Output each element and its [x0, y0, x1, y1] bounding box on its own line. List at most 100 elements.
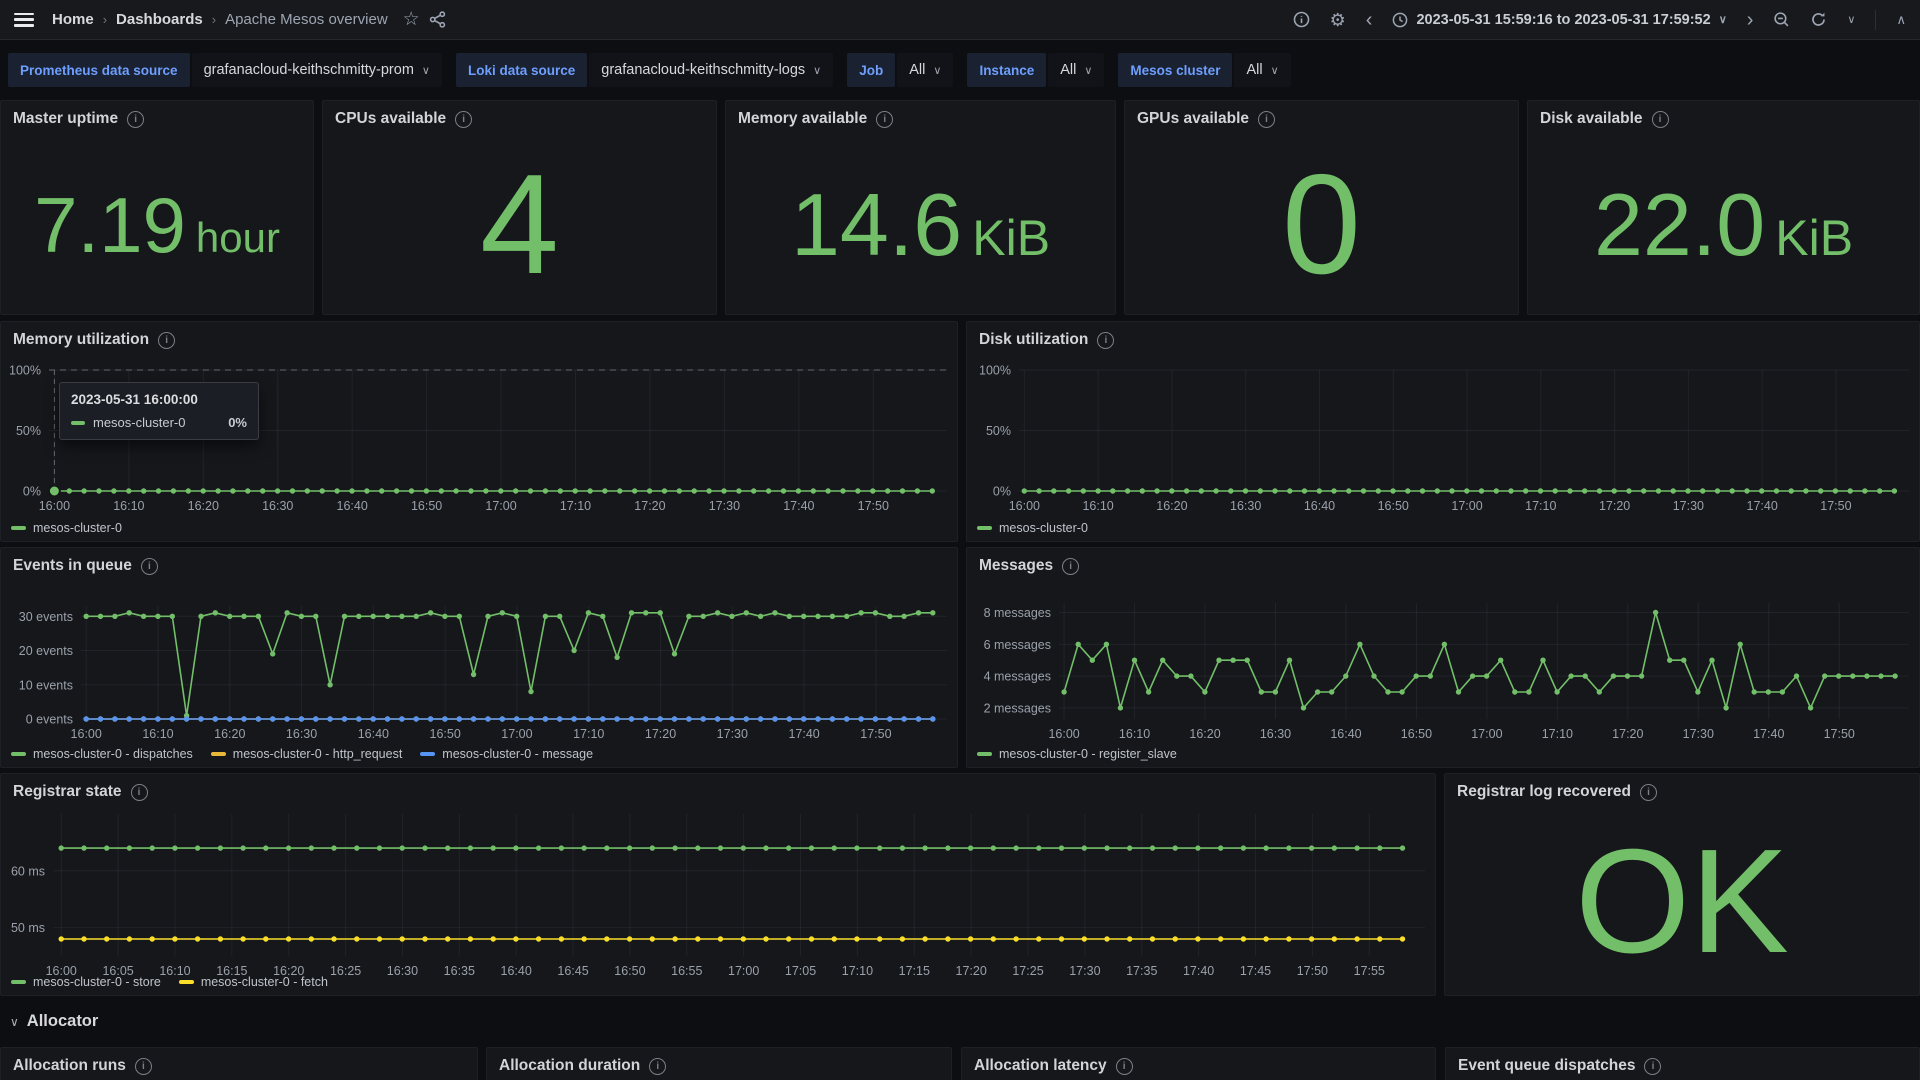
info-icon[interactable]: i — [455, 111, 472, 128]
svg-text:2 messages: 2 messages — [984, 701, 1051, 715]
svg-text:50%: 50% — [986, 424, 1011, 438]
panel-title: CPUs available — [335, 110, 446, 128]
svg-text:20 events: 20 events — [19, 644, 73, 658]
variable-value-dropdown[interactable]: grafanacloud-keithschmitty-prom ∨ — [192, 53, 442, 87]
svg-text:8 messages: 8 messages — [984, 606, 1051, 620]
svg-text:16:55: 16:55 — [671, 964, 702, 978]
registrar-state-svg: 16:0016:0516:1016:1516:2016:2516:3016:35… — [1, 774, 1435, 995]
variable-value-text: All — [1060, 62, 1076, 78]
variable-value-dropdown[interactable]: All ∨ — [1234, 53, 1290, 87]
star-icon[interactable]: ☆ — [403, 10, 420, 29]
navbar-actions: ⚙ ‹ 2023-05-31 15:59:16 to 2023-05-31 17… — [1293, 10, 1906, 30]
svg-text:17:30: 17:30 — [717, 727, 748, 741]
panel-title: Memory available — [738, 110, 867, 128]
panel-memory-utilization: Memory utilizationi 16:0016:1016:2016:30… — [0, 321, 958, 542]
variable-value-dropdown[interactable]: All ∨ — [897, 53, 953, 87]
stat-number: 0 — [1282, 154, 1361, 296]
refresh-interval-caret-icon[interactable]: ∨ — [1847, 13, 1855, 26]
dashboard-insights-icon[interactable] — [1293, 11, 1310, 28]
svg-text:17:20: 17:20 — [1612, 727, 1643, 741]
registrar-state-chart[interactable]: 16:0016:0516:1016:1516:2016:2516:3016:35… — [1, 774, 1435, 995]
info-icon[interactable]: i — [127, 111, 144, 128]
chevron-down-icon: ∨ — [933, 64, 941, 77]
info-circle-svg — [1293, 11, 1310, 28]
info-icon[interactable]: i — [1640, 784, 1657, 801]
stat-unit: KiB — [1775, 213, 1853, 263]
info-icon[interactable]: i — [135, 1058, 152, 1075]
svg-text:17:05: 17:05 — [785, 964, 816, 978]
svg-text:100%: 100% — [9, 364, 41, 378]
info-icon[interactable]: i — [1258, 111, 1275, 128]
share-icon[interactable] — [429, 11, 446, 28]
chevron-down-icon: ∨ — [10, 1015, 19, 1029]
svg-text:16:40: 16:40 — [501, 964, 532, 978]
breadcrumb-home[interactable]: Home — [52, 11, 94, 28]
svg-text:16:10: 16:10 — [1082, 499, 1113, 513]
info-icon[interactable]: i — [876, 111, 893, 128]
legend-item[interactable]: mesos-cluster-0 - dispatches — [11, 747, 193, 761]
panel-title: Allocation latency — [974, 1057, 1107, 1075]
panel-title: Disk available — [1540, 110, 1643, 128]
events-in-queue-chart[interactable]: 16:0016:1016:2016:3016:4016:5017:0017:10… — [1, 548, 957, 767]
variable-value-text: grafanacloud-keithschmitty-logs — [601, 62, 805, 78]
breadcrumb-separator: › — [212, 12, 216, 27]
time-shift-right-icon[interactable]: › — [1747, 10, 1754, 30]
series-color-swatch — [977, 526, 992, 530]
legend-item[interactable]: mesos-cluster-0 — [11, 521, 122, 535]
tooltip-series-value: 0% — [228, 415, 247, 430]
variable-value-text: grafanacloud-keithschmitty-prom — [204, 62, 414, 78]
legend-item[interactable]: mesos-cluster-0 — [977, 521, 1088, 535]
legend-item[interactable]: mesos-cluster-0 - http_request — [211, 747, 403, 761]
svg-text:10 events: 10 events — [19, 678, 73, 692]
svg-text:17:30: 17:30 — [1673, 499, 1704, 513]
panel-title: Master uptime — [13, 110, 118, 128]
legend-item[interactable]: mesos-cluster-0 - fetch — [179, 975, 328, 989]
variable-label[interactable]: Mesos cluster — [1118, 53, 1232, 87]
chevron-down-icon: ∨ — [1719, 13, 1727, 26]
variable-label[interactable]: Instance — [967, 53, 1046, 87]
settings-gear-icon[interactable]: ⚙ — [1330, 11, 1346, 29]
svg-text:17:50: 17:50 — [860, 727, 891, 741]
info-icon[interactable]: i — [649, 1058, 666, 1075]
refresh-icon[interactable] — [1810, 11, 1827, 28]
dashboard-variables-row: Prometheus data source grafanacloud-keit… — [0, 40, 1920, 100]
stat-value: 7.19hour — [34, 186, 280, 264]
legend-item[interactable]: mesos-cluster-0 - store — [11, 975, 161, 989]
stat-value: 14.6KiB — [791, 181, 1050, 269]
section-row-allocator[interactable]: ∨ Allocator — [10, 1012, 98, 1031]
chevron-down-icon: ∨ — [813, 64, 821, 77]
variable-value-dropdown[interactable]: grafanacloud-keithschmitty-logs ∨ — [589, 53, 833, 87]
menu-icon[interactable] — [14, 13, 34, 27]
variable-value-dropdown[interactable]: All ∨ — [1048, 53, 1104, 87]
legend-item[interactable]: mesos-cluster-0 - message — [420, 747, 593, 761]
legend-series-name: mesos-cluster-0 - message — [442, 747, 593, 761]
legend-item[interactable]: mesos-cluster-0 - register_slave — [977, 747, 1177, 761]
variable-mesos-cluster: Mesos cluster All ∨ — [1118, 53, 1290, 87]
zoom-out-time-icon[interactable] — [1773, 11, 1790, 28]
svg-text:60 ms: 60 ms — [11, 864, 45, 878]
tooltip-series-name: mesos-cluster-0 — [93, 415, 185, 430]
svg-text:16:10: 16:10 — [1119, 727, 1150, 741]
variable-label[interactable]: Prometheus data source — [8, 53, 190, 87]
time-range-picker[interactable]: 2023-05-31 15:59:16 to 2023-05-31 17:59:… — [1392, 12, 1726, 28]
info-icon[interactable]: i — [1652, 111, 1669, 128]
variable-label[interactable]: Loki data source — [456, 53, 587, 87]
variable-label[interactable]: Job — [847, 53, 895, 87]
svg-text:16:50: 16:50 — [614, 964, 645, 978]
messages-chart[interactable]: 16:0016:1016:2016:3016:4016:5017:0017:10… — [967, 548, 1919, 767]
collapse-navbar-icon[interactable]: ∧ — [1896, 12, 1906, 28]
breadcrumb-dashboards[interactable]: Dashboards — [116, 11, 203, 28]
info-icon[interactable]: i — [1644, 1058, 1661, 1075]
time-shift-left-icon[interactable]: ‹ — [1366, 10, 1373, 30]
chevron-down-icon: ∨ — [1271, 64, 1279, 77]
time-range-text: 2023-05-31 15:59:16 to 2023-05-31 17:59:… — [1416, 12, 1710, 28]
svg-text:17:50: 17:50 — [1824, 727, 1855, 741]
series-color-swatch — [71, 421, 85, 425]
info-icon[interactable]: i — [1116, 1058, 1133, 1075]
svg-text:16:00: 16:00 — [39, 499, 70, 513]
disk-utilization-chart[interactable]: 16:0016:1016:2016:3016:4016:5017:0017:10… — [967, 322, 1919, 541]
stat-number: 4 — [480, 154, 559, 296]
chart-legend: mesos-cluster-0 - store mesos-cluster-0 -… — [11, 975, 328, 989]
svg-text:16:00: 16:00 — [1009, 499, 1040, 513]
svg-text:17:15: 17:15 — [899, 964, 930, 978]
